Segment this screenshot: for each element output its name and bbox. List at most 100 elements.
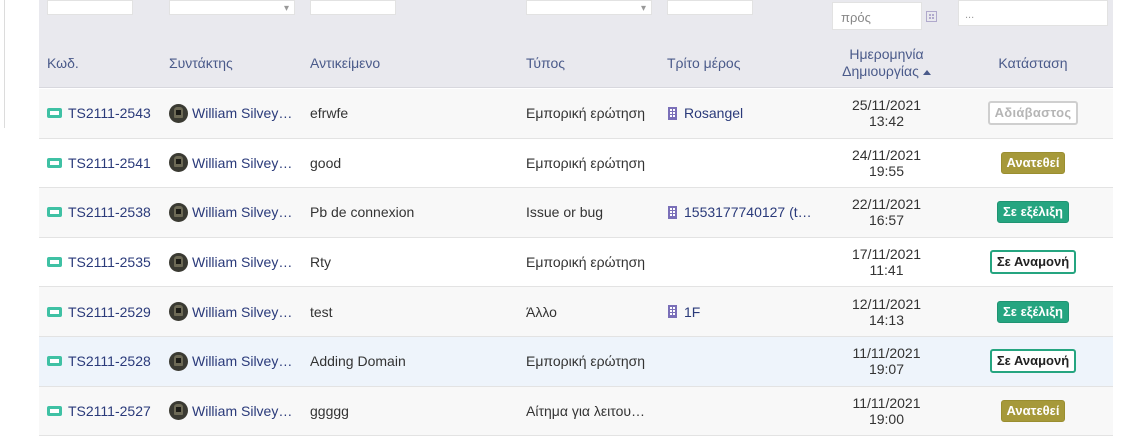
avatar [169, 351, 188, 371]
subject-text: test [310, 303, 333, 320]
ref-filter-input[interactable] [47, 0, 133, 15]
created-date: 11/11/2021 [852, 394, 921, 411]
column-header-author[interactable]: Συντάκτης [169, 38, 233, 88]
ref-cell[interactable]: TS2111-2529 [47, 287, 162, 336]
table-row[interactable]: TS2111-2543 William Silvey… efrwfe Εμπορ… [39, 89, 1113, 139]
status-badge: Σε εξέλιξη [997, 201, 1069, 224]
status-badge: Σε Αναμονή [989, 349, 1077, 374]
status-cell: Σε εξέλιξη [964, 188, 1102, 237]
third-party-cell [668, 337, 828, 386]
ticket-ref-link[interactable]: TS2111-2538 [68, 204, 151, 220]
avatar [169, 302, 188, 322]
third-party-cell[interactable]: 1F [668, 287, 828, 336]
created-time: 11:41 [869, 262, 904, 279]
ticket-ref-link[interactable]: TS2111-2528 [68, 353, 151, 369]
author-link[interactable]: William Silvey… [192, 155, 292, 171]
table-row[interactable]: TS2111-2535 William Silvey… Rty Εμπορική… [39, 237, 1113, 288]
column-header-subject[interactable]: Αντικείμενο [310, 38, 380, 88]
third-party-cell[interactable]: 1553177740127 (t… [668, 188, 828, 237]
type-text: Άλλο [526, 303, 557, 320]
date-to-input[interactable]: πρός [832, 2, 922, 30]
subject-text: Adding Domain [310, 353, 406, 370]
tickets-list-panel: πρός ... Κωδ. Συντάκτης Αντικείμενο Τύπο… [39, 0, 1113, 437]
status-filter-select[interactable]: ... [958, 0, 1108, 26]
date-cell: 17/11/2021 11:41 [829, 238, 944, 287]
column-header-status[interactable]: Κατάσταση [964, 38, 1102, 88]
type-text: Εμπορική ερώτηση [526, 154, 646, 171]
ref-cell[interactable]: TS2111-2538 [47, 188, 162, 237]
created-time: 13:42 [868, 113, 905, 130]
created-date: 12/11/2021 [851, 295, 922, 312]
author-link[interactable]: William Silvey… [192, 403, 292, 419]
subject-text: ggggg [310, 402, 349, 419]
table-row[interactable]: TS2111-2529 William Silvey… test Άλλο 1F… [39, 287, 1113, 337]
third-party-cell [668, 139, 828, 188]
subject-cell: good [310, 139, 510, 188]
author-link[interactable]: William Silvey… [192, 353, 292, 369]
subject-text: Pb de connexion [310, 204, 415, 221]
type-cell: Αίτημα για λειτου… [526, 387, 659, 436]
third-party-link[interactable]: 1F [684, 304, 700, 320]
author-filter-select[interactable] [169, 0, 295, 15]
subject-filter-input[interactable] [310, 0, 396, 15]
subject-cell: Rty [310, 238, 510, 287]
author-link[interactable]: William Silvey… [192, 254, 292, 270]
table-row[interactable]: TS2111-2538 William Silvey… Pb de connex… [39, 188, 1113, 238]
ticket-ref-link[interactable]: TS2111-2529 [68, 304, 151, 320]
third-party-cell[interactable]: Rosangel [668, 89, 828, 138]
status-badge: Σε Αναμονή [989, 250, 1077, 275]
column-header-ref[interactable]: Κωδ. [47, 38, 79, 88]
column-header-third-party[interactable]: Τρίτο μέρος [667, 38, 740, 88]
status-badge: Σε εξέλιξη [997, 300, 1069, 323]
type-filter-select[interactable] [526, 0, 652, 15]
ref-cell[interactable]: TS2111-2543 [47, 89, 162, 138]
ticket-icon [47, 257, 62, 268]
table-header: Κωδ. Συντάκτης Αντικείμενο Τύπος Τρίτο μ… [39, 38, 1113, 88]
status-cell: Αδιάβαστος [964, 89, 1102, 138]
column-header-date-line2-wrap: Δημιουργίας [842, 63, 931, 80]
author-link[interactable]: William Silvey… [192, 105, 292, 121]
author-cell[interactable]: William Silvey… [169, 387, 302, 436]
type-cell: Εμπορική ερώτηση [526, 337, 659, 386]
subject-cell: efrwfe [310, 89, 510, 138]
author-cell[interactable]: William Silvey… [169, 287, 302, 336]
author-link[interactable]: William Silvey… [192, 204, 292, 220]
ticket-ref-link[interactable]: TS2111-2527 [68, 403, 151, 419]
ref-cell[interactable]: TS2111-2527 [47, 387, 162, 436]
table-row[interactable]: TS2111-2541 William Silvey… good Εμπορικ… [39, 138, 1113, 189]
ticket-ref-link[interactable]: TS2111-2535 [68, 254, 151, 270]
status-badge: Ανατεθεί [1000, 399, 1066, 422]
ref-cell[interactable]: TS2111-2528 [47, 337, 162, 386]
author-cell[interactable]: William Silvey… [169, 238, 302, 287]
calendar-icon[interactable] [926, 11, 937, 22]
type-text: Εμπορική ερώτηση [526, 353, 646, 370]
table-row[interactable]: TS2111-2528 William Silvey… Adding Domai… [39, 336, 1113, 387]
created-date: 17/11/2021 [851, 246, 922, 263]
ticket-ref-link[interactable]: TS2111-2543 [68, 105, 151, 121]
third-party-link[interactable]: Rosangel [684, 105, 743, 121]
building-icon [668, 106, 677, 120]
ref-cell[interactable]: TS2111-2535 [47, 238, 162, 287]
author-cell[interactable]: William Silvey… [169, 188, 302, 237]
date-cell: 25/11/2021 13:42 [829, 89, 944, 138]
table-row[interactable]: TS2111-2527 William Silvey… ggggg Αίτημα… [39, 386, 1113, 437]
status-cell: Ανατεθεί [964, 139, 1102, 188]
date-cell: 22/11/2021 16:57 [829, 188, 944, 237]
author-cell[interactable]: William Silvey… [169, 139, 302, 188]
column-header-date[interactable]: Ημερομηνία Δημιουργίας [819, 38, 954, 88]
author-link[interactable]: William Silvey… [192, 304, 292, 320]
status-cell: Σε εξέλιξη [964, 287, 1102, 336]
ref-cell[interactable]: TS2111-2541 [47, 139, 162, 188]
third-party-link[interactable]: 1553177740127 (t… [684, 204, 812, 220]
type-text: Εμπορική ερώτηση [526, 105, 646, 122]
column-header-date-line1: Ημερομηνία [849, 46, 924, 62]
ticket-ref-link[interactable]: TS2111-2541 [68, 155, 151, 171]
author-cell[interactable]: William Silvey… [169, 337, 302, 386]
author-cell[interactable]: William Silvey… [169, 89, 302, 138]
created-time: 19:55 [868, 162, 905, 179]
column-header-type[interactable]: Τύπος [526, 38, 565, 88]
third-party-filter-input[interactable] [667, 0, 753, 15]
subject-text: Rty [310, 254, 331, 271]
ticket-icon [47, 356, 62, 367]
created-date: 25/11/2021 [851, 97, 922, 114]
